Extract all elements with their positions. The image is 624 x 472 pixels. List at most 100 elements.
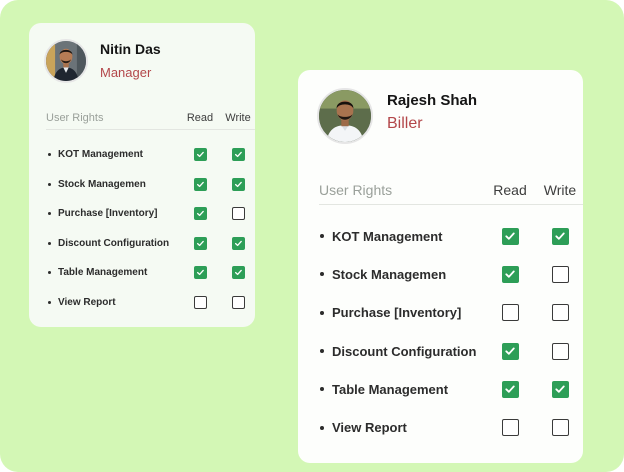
permission-label: Discount Configuration: [46, 238, 183, 249]
read-checkbox[interactable]: [501, 342, 519, 360]
permission-label: View Report: [319, 420, 487, 435]
write-checkbox[interactable]: [551, 227, 569, 245]
user-rights-heading: User Rights: [319, 182, 393, 198]
read-checkbox[interactable]: [501, 304, 519, 322]
profile-header: Rajesh Shah Biller: [317, 88, 477, 144]
bullet-icon: [320, 349, 324, 354]
read-checkbox[interactable]: [193, 148, 207, 162]
permission-row: View Report: [319, 408, 583, 446]
read-checkbox[interactable]: [193, 295, 207, 309]
permission-row: KOT Management: [319, 217, 583, 255]
permission-row: Purchase [Inventory]: [46, 199, 255, 229]
read-cell: [183, 236, 217, 250]
permission-label-text: Table Management: [58, 267, 148, 279]
bullet-icon: [320, 425, 324, 430]
read-checkbox[interactable]: [501, 265, 519, 283]
rights-header: User Rights Read Write: [319, 176, 583, 205]
permission-label: Stock Managemen: [46, 179, 183, 190]
permission-label: Table Management: [319, 382, 487, 397]
write-heading: Write: [543, 182, 577, 198]
checkmark-icon: [555, 232, 565, 240]
permission-label: Purchase [Inventory]: [46, 208, 183, 219]
permission-row: Purchase [Inventory]: [319, 294, 583, 332]
permission-label-text: Purchase [Inventory]: [58, 208, 158, 220]
write-checkbox[interactable]: [551, 304, 569, 322]
write-checkbox[interactable]: [231, 266, 245, 280]
permission-label-text: Stock Managemen: [58, 178, 146, 190]
rights-rows: KOT Management Stock Managemen Purchase [I…: [319, 217, 583, 447]
permission-row: Discount Configuration: [46, 229, 255, 259]
bullet-icon: [48, 241, 51, 245]
user-rights-heading: User Rights: [46, 112, 104, 124]
read-checkbox[interactable]: [193, 177, 207, 191]
write-checkbox[interactable]: [231, 207, 245, 221]
checkmark-icon: [555, 385, 565, 394]
read-cell: [487, 265, 533, 283]
checkmark-icon: [234, 181, 242, 187]
user-card-rajesh: Rajesh Shah Biller User Rights Read Writ…: [298, 70, 583, 463]
permission-label-text: Discount Configuration: [332, 343, 477, 359]
read-cell: [487, 380, 533, 398]
checkmark-icon: [196, 270, 204, 276]
checkmark-icon: [505, 270, 515, 279]
permission-row: Table Management: [46, 258, 255, 288]
permission-label: KOT Management: [319, 229, 487, 244]
read-checkbox[interactable]: [193, 266, 207, 280]
permission-label: Purchase [Inventory]: [319, 305, 487, 320]
permission-label-text: KOT Management: [58, 149, 144, 161]
profile-header: Nitin Das Manager: [44, 39, 161, 83]
write-checkbox[interactable]: [231, 177, 245, 191]
write-checkbox[interactable]: [551, 380, 569, 398]
permission-label-text: Discount Configuration: [58, 237, 170, 249]
write-cell: [221, 177, 255, 191]
read-checkbox[interactable]: [193, 207, 207, 221]
bullet-icon: [48, 182, 51, 186]
write-checkbox[interactable]: [551, 265, 569, 283]
permission-label: Discount Configuration: [319, 344, 487, 359]
read-cell: [487, 419, 533, 437]
permission-row: Table Management: [319, 370, 583, 408]
user-name: Rajesh Shah: [387, 91, 478, 109]
write-checkbox[interactable]: [551, 419, 569, 437]
write-cell: [537, 380, 583, 398]
checkmark-icon: [234, 270, 242, 276]
bullet-icon: [48, 212, 51, 216]
read-checkbox[interactable]: [501, 419, 519, 437]
bullet-icon: [48, 300, 51, 304]
read-checkbox[interactable]: [501, 380, 519, 398]
write-checkbox[interactable]: [231, 148, 245, 162]
bullet-icon: [320, 234, 324, 239]
checkmark-icon: [505, 347, 515, 355]
bullet-icon: [48, 271, 51, 275]
permission-label: Table Management: [46, 267, 183, 278]
rights-table: User Rights Read Write KOT Management Sto…: [319, 176, 583, 447]
checkmark-icon: [505, 232, 515, 240]
profile-info: Nitin Das Manager: [100, 41, 161, 80]
read-heading: Read: [186, 112, 214, 124]
permission-row: Discount Configuration: [319, 332, 583, 370]
write-checkbox[interactable]: [231, 295, 245, 309]
bullet-icon: [48, 153, 51, 157]
read-checkbox[interactable]: [193, 236, 207, 250]
rights-table: User Rights Read Write KOT Management Sto…: [46, 107, 255, 317]
checkmark-icon: [234, 152, 242, 158]
permission-row: Stock Managemen: [319, 255, 583, 293]
bullet-icon: [320, 272, 324, 277]
write-cell: [537, 304, 583, 322]
bullet-icon: [320, 310, 324, 315]
checkmark-icon: [234, 240, 242, 246]
read-checkbox[interactable]: [501, 227, 519, 245]
write-cell: [221, 295, 255, 309]
read-cell: [183, 148, 217, 162]
write-checkbox[interactable]: [231, 236, 245, 250]
read-cell: [183, 207, 217, 221]
write-cell: [537, 419, 583, 437]
read-cell: [487, 304, 533, 322]
write-checkbox[interactable]: [551, 342, 569, 360]
read-cell: [183, 177, 217, 191]
write-cell: [221, 207, 255, 221]
write-cell: [537, 227, 583, 245]
permission-label-text: KOT Management: [332, 228, 443, 244]
user-role: Manager: [100, 64, 152, 80]
user-role: Biller: [387, 114, 423, 132]
